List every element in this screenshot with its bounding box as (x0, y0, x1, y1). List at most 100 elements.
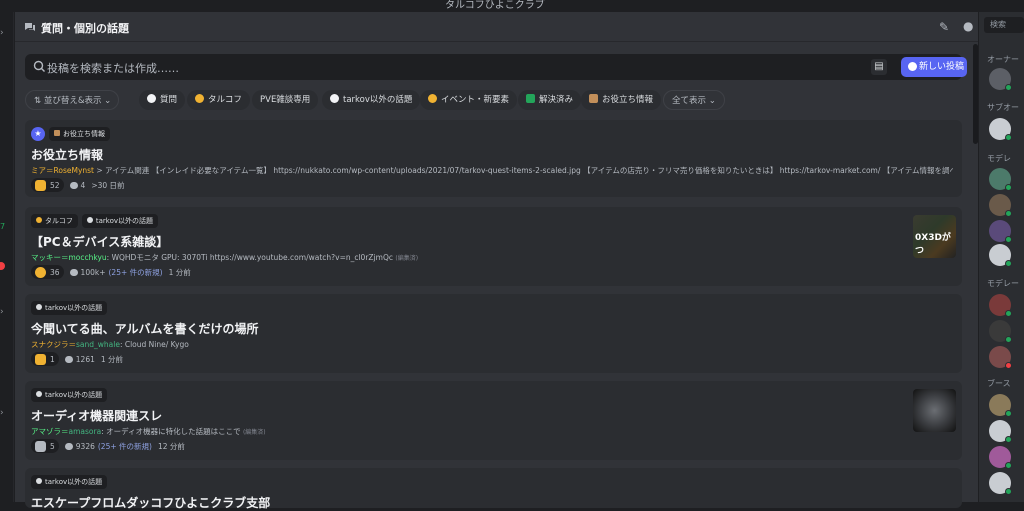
reaction-button[interactable]: 1 (31, 352, 59, 366)
post-tags: tarkov以外の話題 (31, 301, 108, 315)
post-title[interactable]: エスケープフロムダッコフひよこクラブ支部 (31, 494, 270, 511)
edited-label: (編集済) (242, 429, 266, 436)
avatar[interactable] (989, 118, 1012, 141)
avatar[interactable] (989, 394, 1012, 417)
post-thumbnail[interactable]: 0X3Dがつ (913, 215, 956, 258)
search-icon (33, 60, 45, 72)
reaction-count: 52 (50, 180, 60, 190)
chevron-icon[interactable]: › (0, 307, 4, 317)
reaction-button[interactable]: 5 (31, 439, 59, 453)
post-title[interactable]: オーディオ機器関連スレ (31, 407, 162, 424)
post-meta: 52 4 >30 日前 (31, 178, 125, 192)
avatar[interactable] (989, 220, 1012, 243)
role-header: モデレ (987, 154, 1011, 163)
reaction-count: 1 (50, 354, 55, 364)
post-search-bar[interactable]: 投稿を検索または作成…… ▤ 新しい投稿 (25, 54, 967, 80)
tag-icon (147, 94, 156, 103)
filter-tag[interactable]: 解決済み (518, 90, 582, 110)
filter-tag-label: 解決済み (539, 95, 574, 105)
filter-tag[interactable]: PVE雑談専用 (252, 90, 319, 110)
member-search-input[interactable]: 検索 (984, 17, 1024, 33)
avatar[interactable] (989, 346, 1012, 369)
post-tag-label: タルコフ (45, 217, 73, 225)
post-time: 1 分前 (168, 267, 191, 277)
new-post-label: 新しい投稿 (919, 62, 965, 72)
avatar[interactable] (989, 472, 1012, 495)
comment-count-value: 4 (80, 180, 86, 190)
mute-icon[interactable]: ✎ (939, 20, 953, 34)
avatar[interactable] (989, 420, 1012, 443)
avatar[interactable] (989, 68, 1012, 91)
scrollbar[interactable] (973, 44, 978, 144)
post-time: 12 分前 (157, 441, 185, 451)
avatar[interactable] (989, 194, 1012, 217)
filter-tag[interactable]: 質問 (139, 90, 186, 110)
comment-count: 1261 (64, 355, 95, 364)
online-status (1005, 310, 1012, 317)
channel-rail: › 7 › › (0, 12, 14, 502)
forum-icon (25, 23, 35, 31)
avatar[interactable] (989, 168, 1012, 191)
post-time: >30 日前 (91, 180, 125, 190)
show-all-button[interactable]: 全て表示 ⌄ (663, 90, 725, 110)
post-tag: tarkov以外の話題 (81, 214, 159, 228)
reaction-button[interactable]: 36 (31, 265, 64, 279)
post-preview: スナクジラ＝sand_whale: Cloud Nine/ Kygo (31, 339, 901, 350)
post-card[interactable]: タルコフ tarkov以外の話題 【PC＆デバイス系雑談】 マッキー＝mocch… (25, 207, 962, 286)
role-header: モデレー (987, 279, 1019, 288)
post-title[interactable]: お役立ち情報 (31, 146, 103, 163)
filter-tag[interactable]: tarkov以外の話題 (322, 90, 421, 110)
sort-button[interactable]: ⇅ 並び替え&表示 ⌄ (25, 90, 119, 110)
reaction-button[interactable]: 52 (31, 178, 64, 192)
sort-icon: ⇅ (34, 96, 44, 106)
avatar[interactable] (989, 446, 1012, 469)
role-header: サブオー (987, 103, 1019, 112)
post-author[interactable]: ミア＝RoseMynst (31, 166, 94, 175)
post-card[interactable]: ★ お役立ち情報 お役立ち情報 ミア＝RoseMynst > アイテム関連 【イ… (25, 120, 962, 197)
post-card[interactable]: tarkov以外の話題 今聞いてる曲、アルバムを書くだけの場所 スナクジラ＝sa… (25, 294, 962, 373)
reaction-count: 5 (50, 441, 55, 451)
avatar[interactable] (989, 320, 1012, 343)
tag-icon (54, 130, 60, 136)
post-meta: 1 1261 1 分前 (31, 352, 123, 366)
new-post-button[interactable]: 新しい投稿 (901, 57, 967, 77)
post-card[interactable]: tarkov以外の話題 オーディオ機器関連スレ アマゾラ＝amasora: オー… (25, 381, 962, 460)
post-tag-label: tarkov以外の話題 (45, 304, 103, 312)
tag-icon (428, 94, 437, 103)
tag-icon (589, 94, 598, 103)
chevron-icon[interactable]: › (0, 28, 4, 38)
post-author[interactable]: マッキー＝mocchkyu (31, 253, 107, 262)
post-tag-label: お役立ち情報 (63, 130, 105, 138)
post-card[interactable]: tarkov以外の話題 エスケープフロムダッコフひよこクラブ支部 (25, 468, 962, 511)
post-tags: タルコフ tarkov以外の話題 (31, 214, 159, 228)
filter-tag[interactable]: お役立ち情報 (581, 90, 662, 110)
post-author-username[interactable]: sand_whale (76, 340, 120, 349)
post-title[interactable]: 今聞いてる曲、アルバムを書くだけの場所 (31, 320, 259, 337)
post-tag-label: tarkov以外の話題 (95, 217, 154, 225)
comment-icon (64, 355, 73, 363)
online-status (1005, 236, 1012, 243)
template-icon[interactable]: ▤ (871, 59, 887, 75)
role-header: オーナー (987, 55, 1019, 64)
avatar[interactable] (989, 294, 1012, 317)
tag-icon (36, 478, 42, 484)
search-input[interactable]: 投稿を検索または作成…… (47, 60, 179, 76)
post-author-username[interactable]: amasora (69, 427, 102, 436)
reaction-count: 36 (50, 267, 60, 277)
post-author[interactable]: アマゾラ＝ (31, 427, 69, 436)
post-meta: 5 9326 (25+ 件の新規) 12 分前 (31, 439, 185, 453)
post-author[interactable]: スナクジラ＝ (31, 340, 76, 349)
chevron-icon[interactable]: › (0, 408, 4, 418)
filter-tag[interactable]: イベント・新要素 (420, 90, 518, 110)
avatar[interactable] (989, 244, 1012, 267)
post-thumbnail[interactable] (913, 389, 956, 432)
comment-icon (69, 181, 78, 189)
speaker-icon (35, 440, 46, 452)
dnd-status (1005, 362, 1012, 369)
thumbs-up-icon (35, 179, 46, 191)
tag-icon (36, 304, 42, 310)
filter-tag[interactable]: タルコフ (187, 90, 250, 110)
comment-icon (69, 268, 78, 276)
post-title[interactable]: 【PC＆デバイス系雑談】 (31, 233, 168, 250)
members-icon[interactable]: ● (963, 19, 977, 33)
